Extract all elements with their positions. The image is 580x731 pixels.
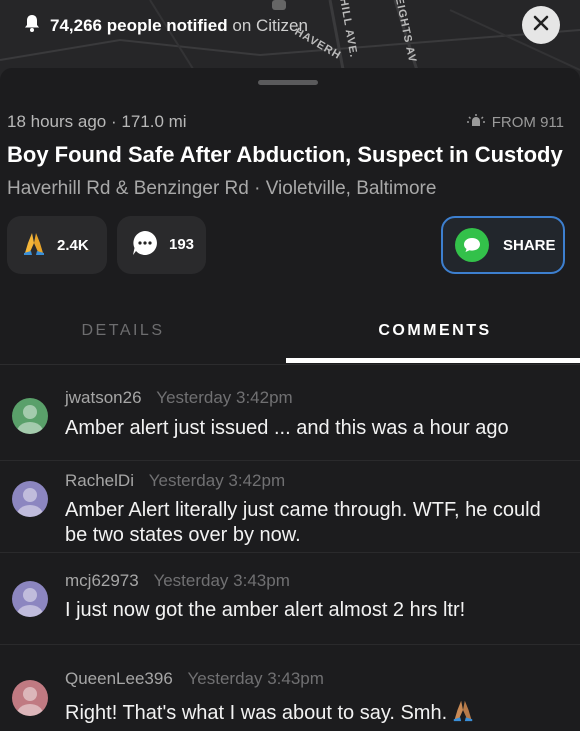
avatar[interactable] [12, 398, 48, 434]
comment-time: Yesterday 3:43pm [187, 669, 324, 688]
incident-title: Boy Found Safe After Abduction, Suspect … [7, 142, 563, 167]
active-tab-indicator [286, 358, 580, 363]
comment-text: Right! That's what I was about to say. S… [65, 702, 448, 724]
source-label: FROM 911 [491, 113, 564, 131]
drag-handle[interactable] [258, 80, 318, 85]
praying-hands-icon [21, 230, 47, 260]
comment-username[interactable]: mcj62973 [65, 571, 139, 590]
comment-bubble-icon [131, 229, 159, 261]
comment-time: Yesterday 3:43pm [153, 571, 290, 590]
comment-text: I just now got the amber alert almost 2 … [65, 599, 466, 621]
share-button[interactable]: SHARE [441, 216, 565, 274]
comment-username[interactable]: QueenLee396 [65, 669, 173, 688]
comment-time: Yesterday 3:42pm [156, 388, 293, 407]
comment-count-button[interactable]: 193 [117, 216, 206, 274]
incident-meta: 18 hours ago · 171.0 mi [7, 112, 187, 131]
notified-label: people notified [106, 15, 228, 35]
avatar[interactable] [12, 481, 48, 517]
comment-item: RachelDi Yesterday 3:42pm Amber Alert li… [0, 461, 580, 553]
time-ago: 18 hours ago [7, 112, 107, 131]
notified-count: 74,266 [50, 15, 102, 35]
pray-reaction-button[interactable]: 2.4K [7, 216, 107, 274]
comment-time: Yesterday 3:42pm [148, 471, 286, 490]
close-icon [533, 15, 549, 36]
comment-text: Amber alert just issued ... and this was… [65, 417, 509, 439]
source-badge: FROM 911 [466, 113, 564, 131]
bell-icon [24, 14, 40, 37]
message-icon [455, 228, 489, 262]
pray-count: 2.4K [57, 236, 89, 254]
comment-item: QueenLee396 Yesterday 3:43pm Right! That… [0, 645, 580, 731]
comment-item: jwatson26 Yesterday 3:42pm Amber alert j… [0, 365, 580, 461]
comment-text: Amber Alert literally just came through.… [65, 499, 541, 546]
tab-details[interactable]: DETAILS [0, 298, 268, 364]
share-label: SHARE [503, 236, 556, 254]
notified-suffix: on Citizen [232, 15, 308, 35]
incident-location: Haverhill Rd & Benzinger Rd · Violetvill… [7, 178, 437, 199]
siren-icon [466, 113, 486, 131]
comment-item: mcj62973 Yesterday 3:43pm I just now got… [0, 553, 580, 645]
distance: 171.0 mi [121, 112, 187, 131]
close-button[interactable] [522, 6, 560, 44]
incident-sheet: 18 hours ago · 171.0 mi FROM 911 Boy Fou… [0, 68, 580, 731]
avatar[interactable] [12, 581, 48, 617]
tab-comments[interactable]: COMMENTS [290, 298, 580, 364]
notified-banner: 74,266 people notified on Citizen [24, 14, 308, 37]
comment-username[interactable]: jwatson26 [65, 388, 142, 407]
praying-hands-icon [451, 698, 475, 729]
tab-bar: DETAILS COMMENTS [0, 298, 580, 365]
comment-username[interactable]: RachelDi [65, 471, 134, 490]
avatar[interactable] [12, 680, 48, 716]
comment-count: 193 [169, 236, 195, 253]
